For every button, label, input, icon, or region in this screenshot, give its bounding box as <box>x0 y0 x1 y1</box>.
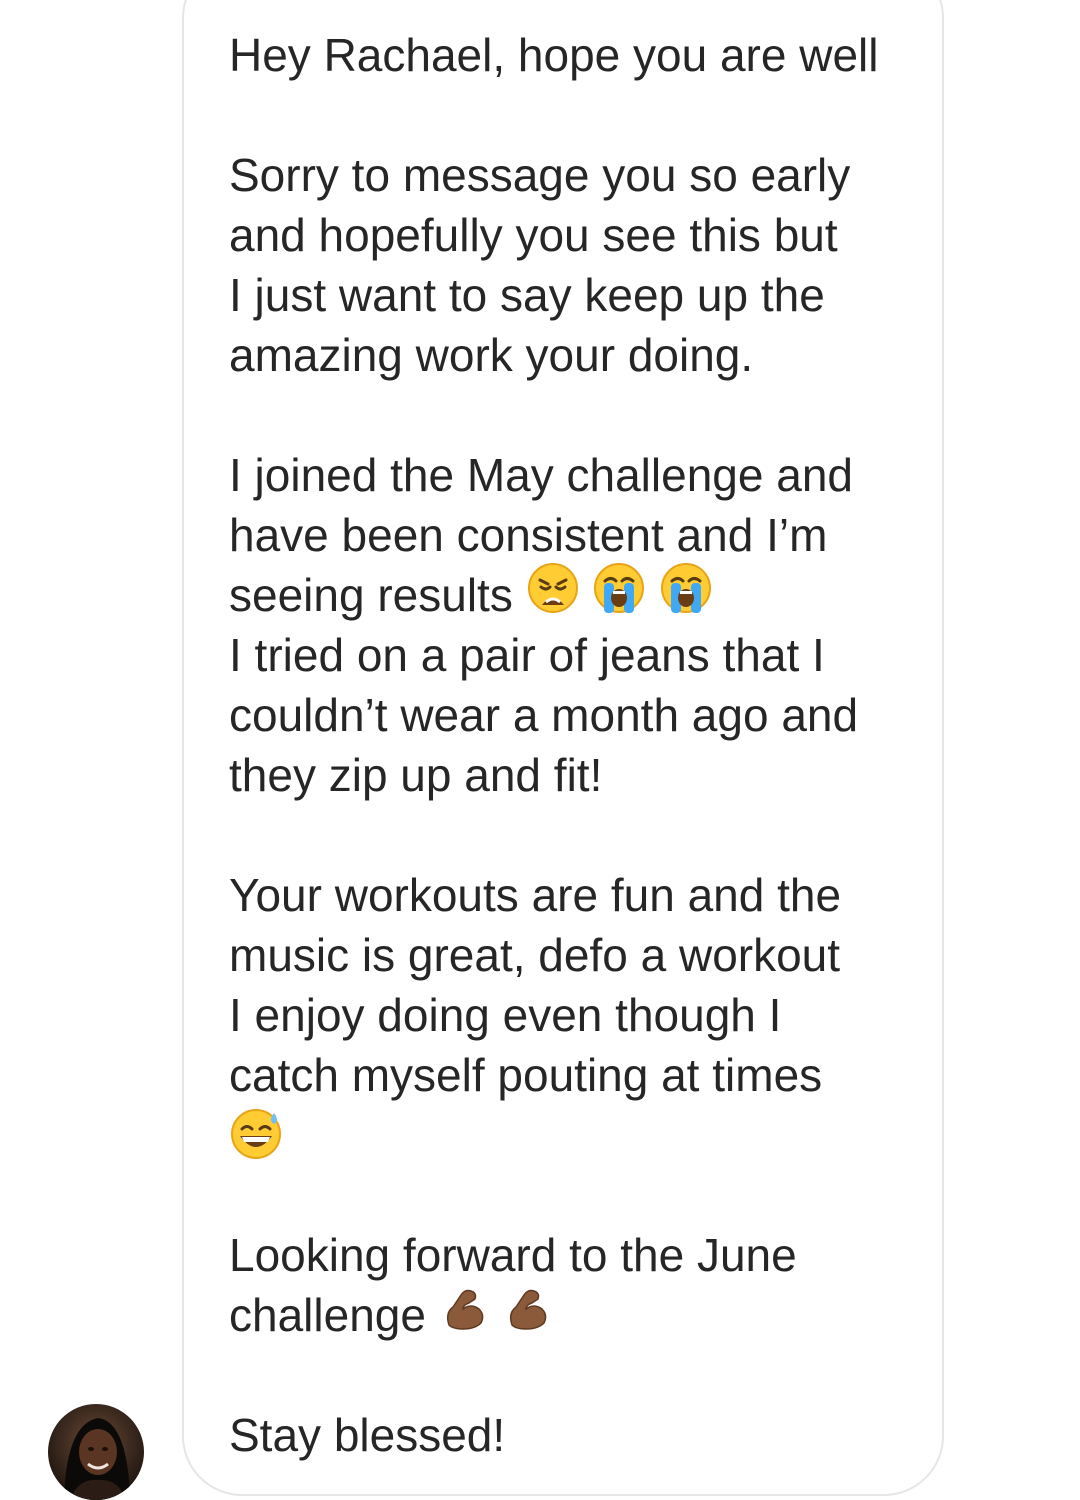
message-text: challenge <box>229 1289 426 1341</box>
message-line: Hey Rachael, hope you are well <box>229 29 879 81</box>
flexed-biceps-emoji-icon <box>502 1283 552 1347</box>
message-line: amazing work your doing. <box>229 329 754 381</box>
message-line: I joined the May challenge and <box>229 449 853 501</box>
message-text: seeing results <box>229 569 513 622</box>
message-line: music is great, defo a workout <box>229 929 841 981</box>
message-line: Sorry to message you so early <box>229 149 851 201</box>
message-line-with-emoji: challenge <box>229 1285 552 1345</box>
loudly-crying-face-emoji-icon <box>659 561 713 629</box>
message-emoji-line <box>229 1105 283 1165</box>
weary-face-emoji-icon <box>526 561 580 629</box>
message-line: have been consistent and I’m <box>229 509 828 561</box>
grinning-face-with-sweat-emoji-icon <box>229 1107 283 1175</box>
message-line: they zip up and fit! <box>229 749 603 801</box>
sender-avatar[interactable] <box>48 1404 144 1500</box>
message-line: I just want to say keep up the <box>229 269 825 321</box>
message-line: couldn’t wear a month ago and <box>229 689 859 741</box>
message-line: Looking forward to the June <box>229 1229 797 1281</box>
flexed-biceps-emoji-icon <box>439 1283 489 1347</box>
loudly-crying-face-emoji-icon <box>592 561 646 629</box>
message-line: I tried on a pair of jeans that I <box>229 629 825 681</box>
message-line: I enjoy doing even though I <box>229 989 782 1041</box>
message-line: Stay blessed! <box>229 1409 506 1461</box>
message-line: and hopefully you see this but <box>229 209 838 261</box>
message-line-with-emoji: seeing results <box>229 563 713 625</box>
message-line: Your workouts are fun and the <box>229 869 842 921</box>
message-line: catch myself pouting at times <box>229 1049 823 1101</box>
